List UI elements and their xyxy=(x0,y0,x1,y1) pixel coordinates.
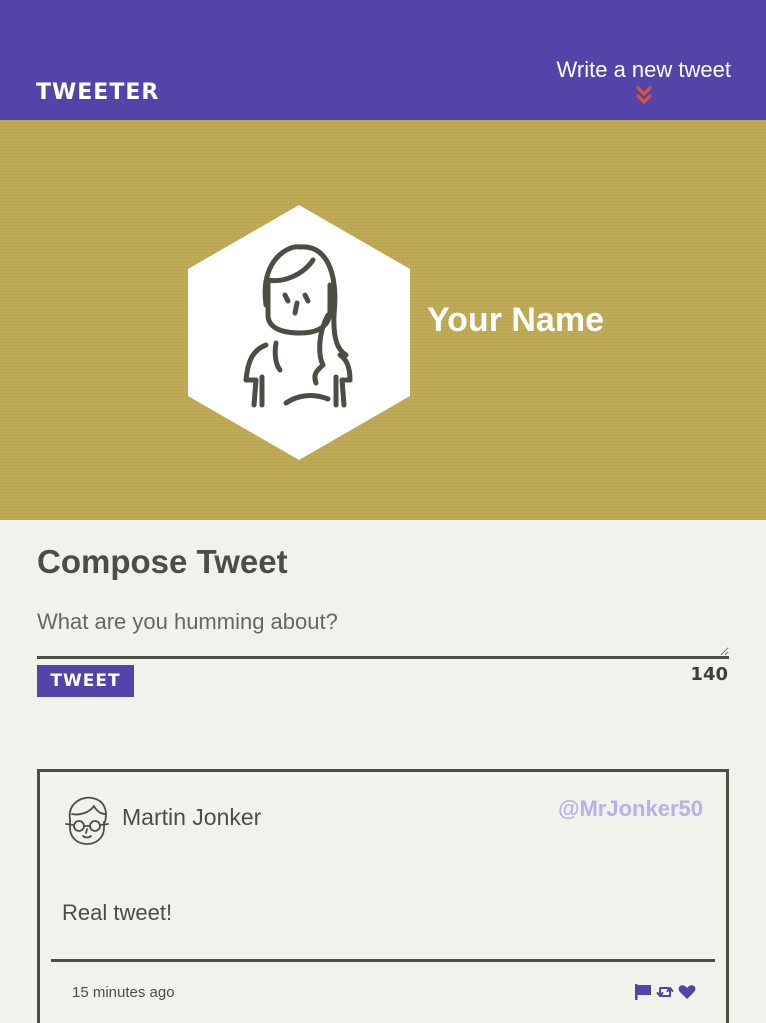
retweet-icon[interactable] xyxy=(656,983,674,1001)
tweet-author-handle[interactable]: @MrJonker50 xyxy=(558,796,703,822)
character-counter: 140 xyxy=(690,664,728,685)
write-new-tweet-label: Write a new tweet xyxy=(556,57,731,82)
profile-avatar xyxy=(188,205,410,460)
flag-icon[interactable] xyxy=(634,983,652,1001)
nav-bar: TWEETER Write a new tweet xyxy=(0,0,766,120)
tweet-divider xyxy=(51,959,715,962)
write-new-tweet-toggle[interactable]: Write a new tweet xyxy=(557,56,731,106)
compose-title: Compose Tweet xyxy=(37,543,288,580)
tweet-card: Martin Jonker @MrJonker50 Real tweet! 15… xyxy=(37,769,729,1023)
male-user-avatar-icon xyxy=(65,796,109,845)
tweet-author-name[interactable]: Martin Jonker xyxy=(122,802,261,832)
tweet-actions xyxy=(634,983,696,1001)
tweet-timestamp: 15 minutes ago xyxy=(72,984,175,1001)
tweet-input[interactable] xyxy=(37,605,729,659)
tweet-submit-button[interactable]: TWEET xyxy=(37,665,134,697)
heart-icon[interactable] xyxy=(678,983,696,1001)
profile-banner: Your Name xyxy=(0,120,766,520)
tweet-content: Real tweet! xyxy=(62,900,173,925)
profile-name: Your Name xyxy=(427,301,604,339)
app-logo[interactable]: TWEETER xyxy=(36,80,159,106)
double-chevron-down-icon xyxy=(635,85,652,105)
